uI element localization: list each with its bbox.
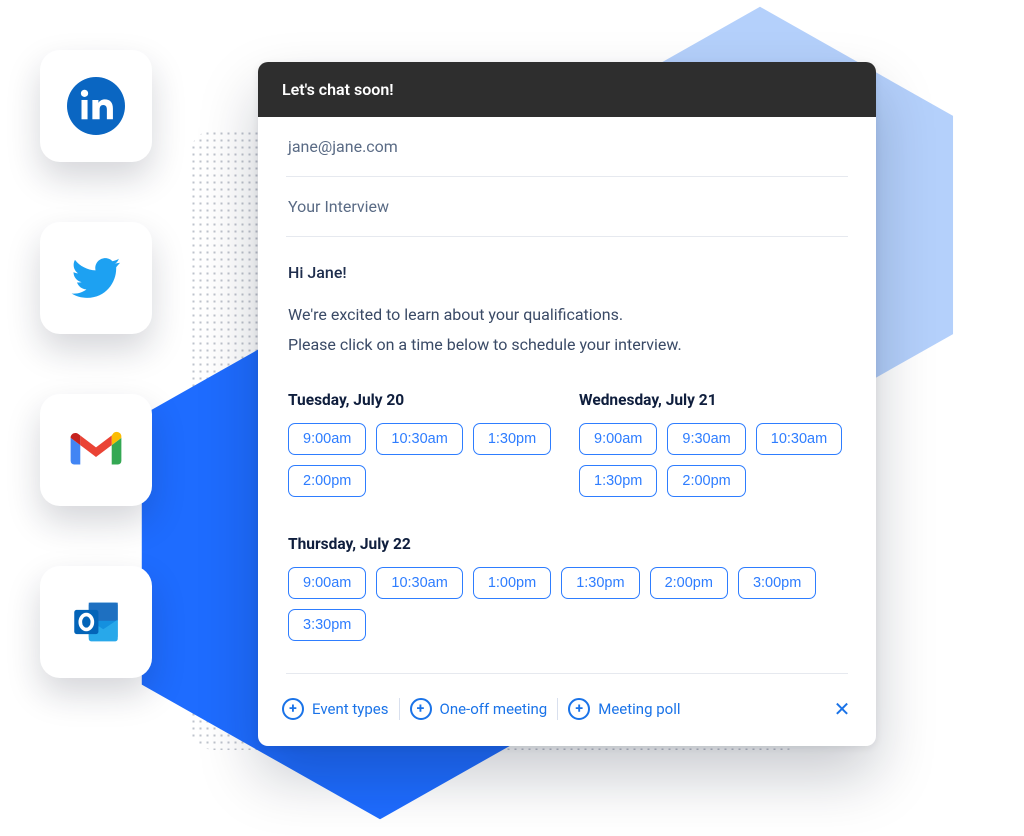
gmail-icon <box>67 421 125 479</box>
availability-day-label: Tuesday, July 20 <box>288 391 555 409</box>
time-slot-button[interactable]: 9:00am <box>288 423 366 455</box>
time-slot-button[interactable]: 1:30pm <box>473 423 551 455</box>
time-slot-button[interactable]: 1:30pm <box>561 567 639 599</box>
time-slot-button[interactable]: 3:30pm <box>288 609 366 641</box>
time-slot-button[interactable]: 1:00pm <box>473 567 551 599</box>
plus-circle-icon: + <box>282 698 304 720</box>
time-slot-group: 9:00am 10:30am 1:00pm 1:30pm 2:00pm 3:00pm 3:3… <box>288 567 846 641</box>
time-slot-button[interactable]: 9:30am <box>667 423 745 455</box>
gmail-tile[interactable] <box>40 394 152 506</box>
time-slot-button[interactable]: 3:00pm <box>738 567 816 599</box>
footer-action[interactable]: + Meeting poll <box>564 692 684 726</box>
email-body-line-1: We're excited to learn about your qualif… <box>288 303 846 327</box>
footer-action-label: Event types <box>312 700 389 718</box>
twitter-tile[interactable] <box>40 222 152 334</box>
vertical-divider <box>557 698 558 720</box>
time-slot-button[interactable]: 10:30am <box>376 567 462 599</box>
availability-day-label: Thursday, July 22 <box>288 535 846 553</box>
twitter-icon <box>67 249 125 307</box>
vertical-divider <box>399 698 400 720</box>
time-slot-button[interactable]: 9:00am <box>288 567 366 599</box>
compose-footer: + Event types + One-off meeting + Meeting pol… <box>258 674 876 746</box>
time-slot-group: 9:00am 9:30am 10:30am 1:30pm 2:00pm <box>579 423 846 497</box>
integration-app-tiles <box>40 50 152 678</box>
email-subject: Your Interview <box>288 197 389 216</box>
email-recipient: jane@jane.com <box>288 137 398 156</box>
email-recipient-row[interactable]: jane@jane.com <box>286 117 848 177</box>
email-header-title: Let's chat soon! <box>282 80 394 99</box>
email-compose-card: Let's chat soon! jane@jane.com Your Inte… <box>258 62 876 746</box>
footer-action[interactable]: + One-off meeting <box>406 692 552 726</box>
outlook-tile[interactable] <box>40 566 152 678</box>
linkedin-icon <box>67 77 125 135</box>
outlook-icon <box>67 593 125 651</box>
availability-grid: Tuesday, July 20 9:00am 10:30am 1:30pm 2:00p… <box>286 365 848 647</box>
linkedin-tile[interactable] <box>40 50 152 162</box>
email-body-line-2: Please click on a time below to schedule… <box>288 333 846 357</box>
plus-circle-icon: + <box>410 698 432 720</box>
availability-day: Thursday, July 22 9:00am 10:30am 1:00pm 1:30… <box>288 525 846 641</box>
close-icon: ✕ <box>834 697 851 721</box>
time-slot-button[interactable]: 10:30am <box>376 423 462 455</box>
footer-action-label: Meeting poll <box>598 700 680 718</box>
time-slot-button[interactable]: 2:00pm <box>650 567 728 599</box>
email-body: Hi Jane! We're excited to learn about yo… <box>286 237 848 365</box>
time-slot-button[interactable]: 10:30am <box>756 423 842 455</box>
plus-circle-icon: + <box>568 698 590 720</box>
time-slot-button[interactable]: 2:00pm <box>667 465 745 497</box>
availability-day: Tuesday, July 20 9:00am 10:30am 1:30pm 2:00p… <box>288 391 555 497</box>
availability-day-label: Wednesday, July 21 <box>579 391 846 409</box>
footer-action-label: One-off meeting <box>440 700 548 718</box>
email-greeting: Hi Jane! <box>288 261 846 285</box>
time-slot-button[interactable]: 2:00pm <box>288 465 366 497</box>
time-slot-button[interactable]: 1:30pm <box>579 465 657 497</box>
email-header: Let's chat soon! <box>258 62 876 117</box>
email-subject-row[interactable]: Your Interview <box>286 177 848 237</box>
close-button[interactable]: ✕ <box>828 695 856 723</box>
time-slot-button[interactable]: 9:00am <box>579 423 657 455</box>
time-slot-group: 9:00am 10:30am 1:30pm 2:00pm <box>288 423 555 497</box>
availability-day: Wednesday, July 21 9:00am 9:30am 10:30am 1:3… <box>579 391 846 497</box>
footer-action[interactable]: + Event types <box>278 692 393 726</box>
